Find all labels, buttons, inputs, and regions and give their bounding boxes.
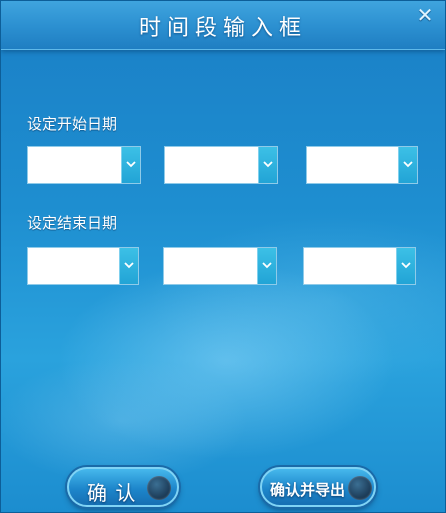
button-knob-icon [147,476,171,500]
confirm-export-button[interactable]: 确认并导出 [260,467,376,507]
chevron-down-icon[interactable] [398,147,417,183]
button-knob-icon [348,476,372,500]
confirm-button-label: 确 认 [87,481,137,505]
start-year-select[interactable] [27,146,141,184]
start-month-select[interactable] [164,146,278,184]
start-date-label: 设定开始日期 [27,115,118,133]
dialog-title: 时间段输入框 [138,16,307,41]
end-year-select[interactable] [27,247,139,285]
chevron-down-icon[interactable] [396,248,415,284]
chevron-down-icon[interactable] [121,147,140,183]
confirm-button[interactable]: 确 认 [67,467,179,507]
start-day-select[interactable] [306,146,418,184]
chevron-down-icon[interactable] [257,248,276,284]
end-day-select[interactable] [303,247,416,285]
confirm-export-button-label: 确认并导出 [270,481,346,499]
title-bar: 时间段输入框 ✕ [1,1,445,50]
end-month-select[interactable] [163,247,277,285]
chevron-down-icon[interactable] [119,248,138,284]
end-date-label: 设定结束日期 [27,214,118,232]
close-icon[interactable]: ✕ [413,3,437,27]
time-range-dialog: 时间段输入框 ✕ 设定开始日期 设定结束日期 确 认 确认并导出 [0,0,446,513]
chevron-down-icon[interactable] [258,147,277,183]
